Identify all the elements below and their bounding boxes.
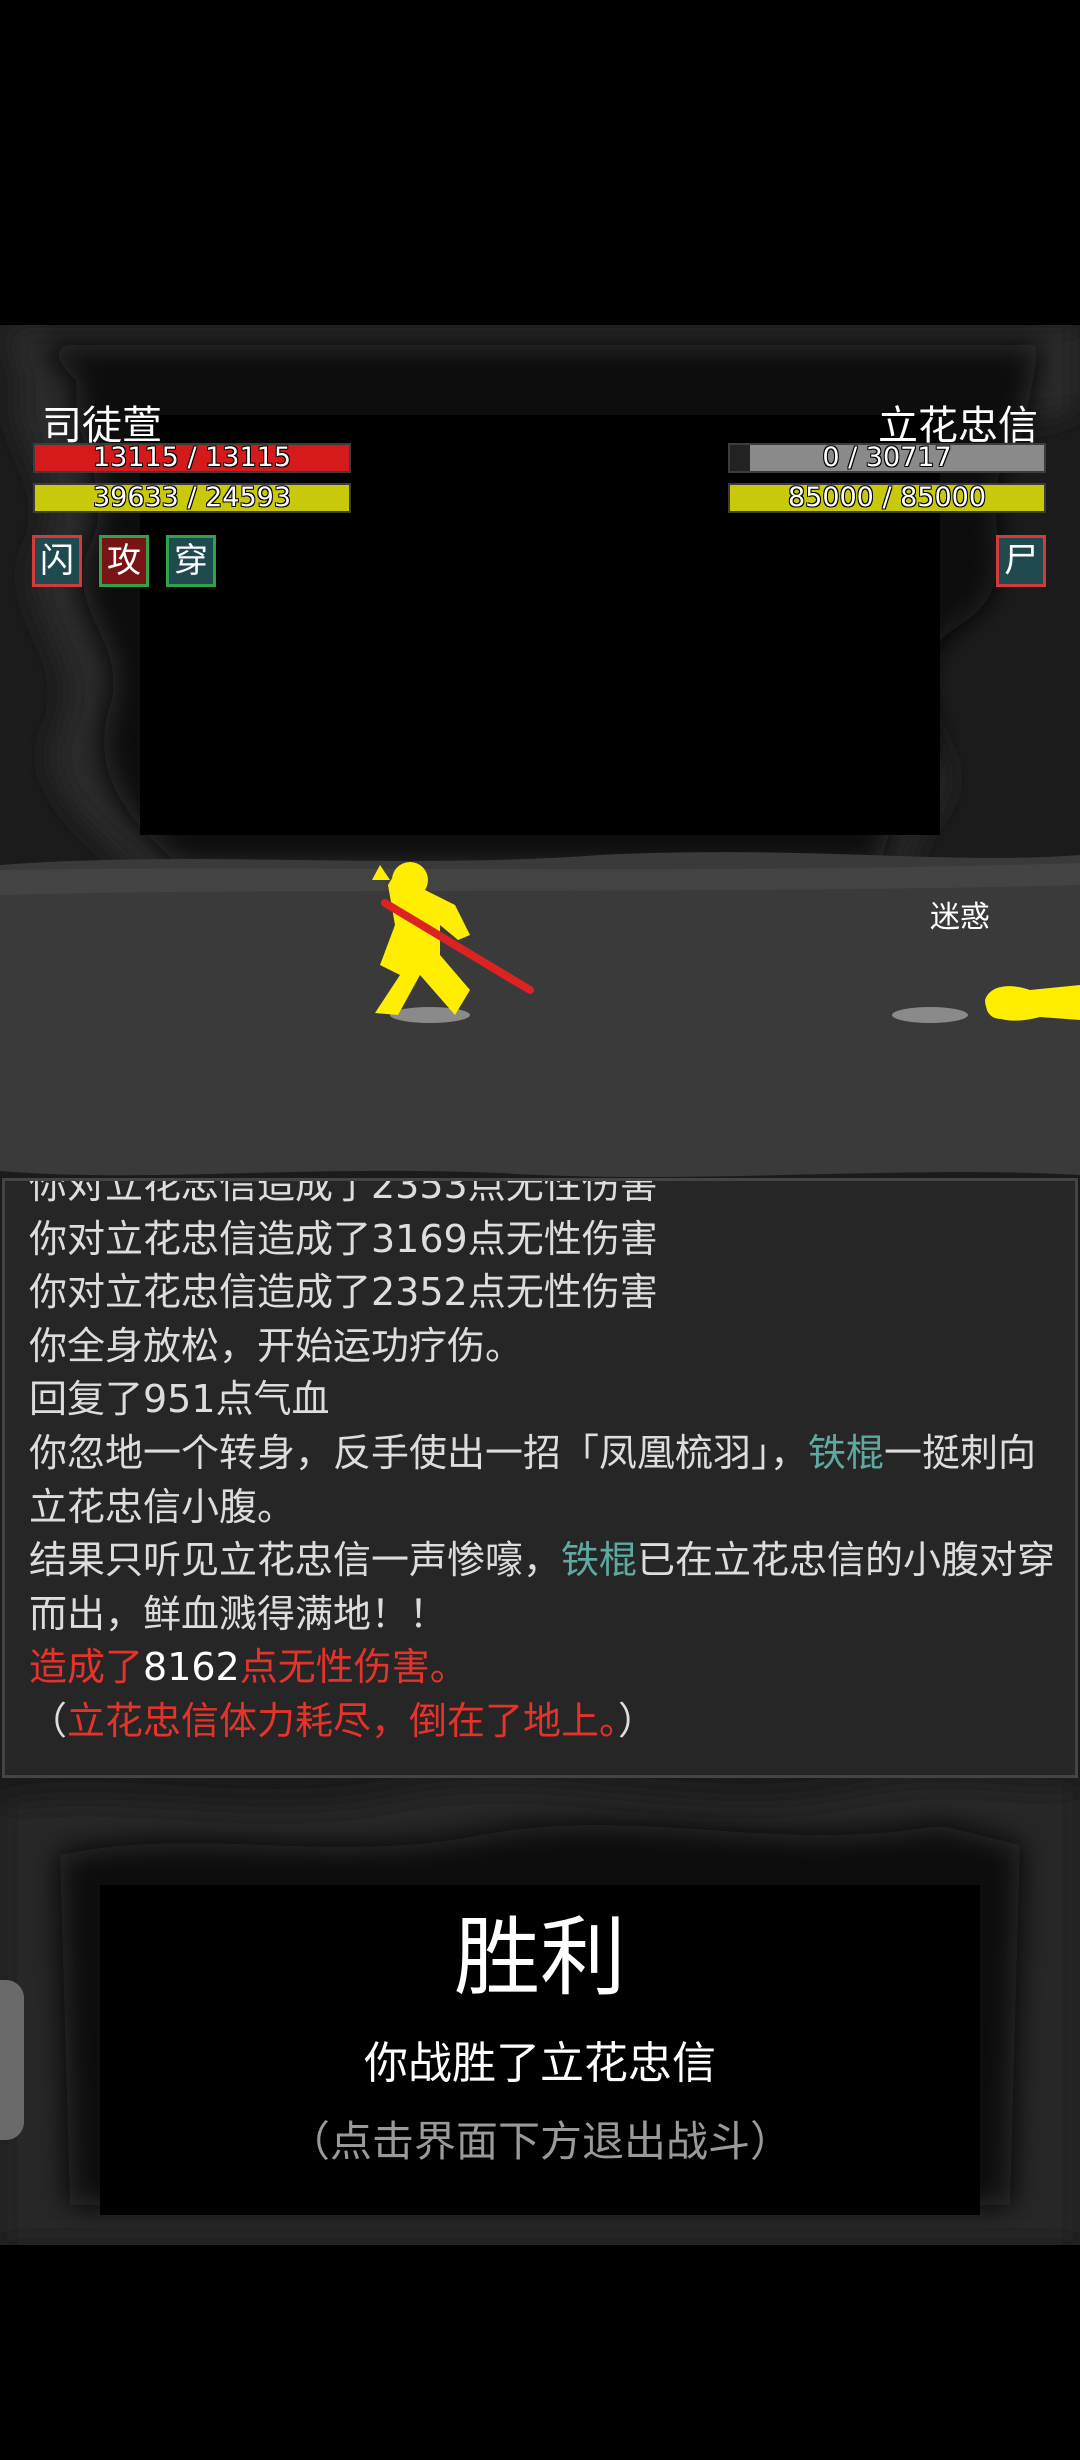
log-line: 你对立花忠信造成了3169点无性伤害: [29, 1216, 658, 1261]
exit-battle-hint[interactable]: （点击界面下方退出战斗）: [0, 2108, 1080, 2169]
log-text: 造成了: [29, 1645, 144, 1690]
enemy-hp-text: 0 / 30717: [822, 443, 952, 473]
buff-pierce-icon[interactable]: 穿: [166, 535, 216, 587]
log-line: 回复了951点气血: [29, 1377, 330, 1422]
log-line-result: 结果只听见立花忠信一声惨嚎，铁棍已在立花忠信的小腹对穿而出，鲜血溅得满地！！: [29, 1534, 1059, 1641]
log-weapon-name: 铁棍: [561, 1538, 638, 1583]
enemy-mp-text: 85000 / 85000: [787, 483, 987, 513]
log-line: 你对立花忠信造成了2352点无性伤害: [29, 1270, 658, 1315]
log-line: 你全身放松，开始运功疗伤。: [29, 1323, 524, 1368]
battle-log-panel[interactable]: 你对立花忠信造成了2353点无性伤害 你对立花忠信造成了3169点无性伤害 你对…: [2, 1178, 1078, 1778]
log-line-attack: 你忽地一个转身，反手使出一招「凤凰梳羽」，铁棍一挺刺向立花忠信小腹。: [29, 1427, 1059, 1534]
log-text: （: [29, 1698, 68, 1743]
victory-title: 胜利: [454, 1908, 626, 2008]
battle-hud: 司徒萱 13115 / 13115 39633 / 24593 闪 攻 穿 立花…: [0, 325, 1080, 625]
enemy-mp-bar: 85000 / 85000: [728, 483, 1046, 513]
enemy-hp-bar: 0 / 30717: [728, 443, 1046, 473]
log-weapon-name: 铁棍: [808, 1430, 885, 1475]
enemy-character-fallen: [985, 985, 1080, 1021]
victory-subtitle: 你战胜了立花忠信: [364, 2038, 716, 2089]
log-defeat-text: 立花忠信体力耗尽，倒在了地上。: [67, 1698, 619, 1743]
player-hp-bar: 13115 / 13115: [33, 443, 351, 473]
log-text: ）: [618, 1698, 657, 1743]
buff-corpse-icon[interactable]: 尸: [996, 535, 1046, 587]
buff-dodge-icon[interactable]: 闪: [32, 535, 82, 587]
enemy-status-label: 迷惑: [930, 900, 990, 935]
player-hp-text: 13115 / 13115: [92, 443, 292, 473]
player-mp-text: 39633 / 24593: [92, 483, 292, 513]
log-text: 你忽地一个转身，反手使出一招「凤凰梳羽」，: [29, 1430, 809, 1475]
log-text: 点无性伤害。: [239, 1645, 468, 1690]
log-line-defeat: （立花忠信体力耗尽，倒在了地上。）: [29, 1695, 1059, 1749]
side-drawer-handle[interactable]: [0, 1980, 24, 2140]
log-text: 结果只听见立花忠信一声惨嚎，: [29, 1538, 562, 1583]
buff-attack-icon[interactable]: 攻: [99, 535, 149, 587]
player-mp-bar: 39633 / 24593: [33, 483, 351, 513]
log-line-damage: 造成了8162点无性伤害。: [29, 1641, 1059, 1695]
log-damage-value: 8162: [143, 1645, 240, 1690]
log-line-partial: 你对立花忠信造成了2353点无性伤害: [29, 1178, 658, 1207]
